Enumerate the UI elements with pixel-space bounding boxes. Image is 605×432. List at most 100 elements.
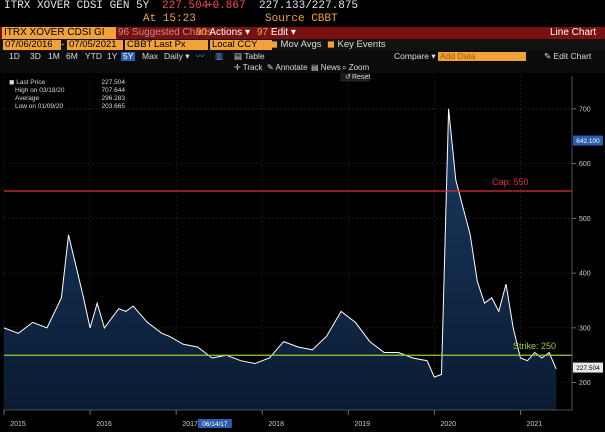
news-tool[interactable]: ▤ News [311,63,341,72]
compare-menu[interactable]: Compare ▾ [394,52,436,61]
key-events-label: Key Events [337,39,386,50]
legend-swatch-white: ◼ [9,79,15,86]
annotate-tool[interactable]: ✎ Annotate [267,63,308,72]
x-tick-label: 2016 [96,421,112,428]
legend-value: 227.504 [101,79,126,86]
legend-value: 203.665 [101,103,126,110]
x-tick-label: 2015 [10,421,26,428]
legend-label: Last Price [16,79,46,86]
command-bar: ITRX XOVER CDSI GI 96 Suggested Charts 9… [0,27,605,39]
reference-line-label: Cap: 550 [492,177,529,187]
legend-label: Low on 01/09/20 [15,103,64,110]
price-change: +0.867 [206,0,246,12]
checkbox-icon: ◼ [327,39,335,50]
zoom-label: Zoom [348,63,370,72]
table-icon: ▤ [234,51,243,61]
quote-header: ITRX XOVER CDSI GEN 5Y 227.504 +0.867 22… [0,0,605,13]
legend-label: Average [15,95,40,102]
last-value-badge: 227.504 [576,365,600,372]
x-tick-label: 2017 [182,421,198,428]
news-label: News [320,63,341,72]
last-price: 227.504 [162,0,209,12]
compare-label: Compare [394,51,429,61]
track-label: Track [242,63,263,72]
source-label: Source CBBT [265,13,338,25]
legend-value: 296.283 [101,95,126,102]
period-ytd[interactable]: YTD [85,52,102,61]
pencil-icon: ✎ [544,51,552,61]
actions-label: Actions [209,27,243,38]
edit-label: Edit [270,27,289,38]
mov-avgs-toggle[interactable]: ◼ Mov Avgs [270,40,322,50]
zoom-tool[interactable]: ⌕ Zoom [342,63,369,72]
legend-value: 707.644 [101,87,126,94]
crosshair-icon: ✛ [234,63,241,72]
currency-select[interactable]: Local CCY [210,40,272,50]
period-1d[interactable]: 1D [9,52,20,61]
y-tick-label: 300 [579,325,591,332]
bar-chart-icon[interactable]: ▥ [215,52,223,61]
checkbox-icon: ◼ [270,39,278,50]
chart-tools: ✛ Track ✎ Annotate ▤ News ⌕ Zoom [0,62,605,73]
edit-chart-button[interactable]: ✎ Edit Chart [544,52,591,61]
line-chart-icon[interactable]: 〰 [196,52,205,61]
caret-down-icon: ▾ [290,27,296,38]
x-tick-label: 2018 [268,421,284,428]
magnifier-icon: ⌕ [342,63,347,72]
date-separator: - [61,39,65,50]
track-tool[interactable]: ✛ Track [234,63,262,72]
add-data-input[interactable]: Add Data [438,52,526,61]
source-select[interactable]: CBBT [125,40,153,50]
period-5y[interactable]: 5Y [121,52,136,61]
legend-row-average: Average 296.283 [9,95,125,103]
period-1m[interactable]: 1M [48,52,60,61]
start-date-input[interactable]: 07/06/2016 [3,40,61,50]
legend-row-high: High on 03/18/20 707.644 [9,87,125,95]
security-input[interactable]: ITRX XOVER CDSI GI [2,27,116,39]
ticker-name: ITRX XOVER CDSI GEN 5Y [4,0,150,12]
hover-value-badge: 642.100 [576,138,600,145]
period-6m[interactable]: 6M [66,52,78,61]
y-tick-label: 400 [579,271,591,278]
quote-subheader: At 15:23 Source CBBT [0,13,605,26]
chart-legend: ◼ Last Price 227.504 High on 03/18/20 707.… [9,79,125,115]
annotate-label: Annotate [275,63,308,72]
x-tick-label: 2020 [441,421,457,428]
field-select[interactable]: Last Px [152,40,208,50]
pen-icon: ✎ [267,63,274,72]
period-1y[interactable]: 1Y [107,52,117,61]
x-tick-label: 2019 [354,421,370,428]
actions-menu[interactable]: 90 Actions ▾ [196,27,250,39]
price-chart[interactable]: Cap: 550 Strike: 250 200 300 400 500 600 700 2… [0,73,605,432]
legend-label: High on 03/18/20 [15,87,65,94]
date-tooltip: 06/14/17 [202,421,228,428]
time-label: At 15:23 [143,13,196,25]
table-label: Table [244,51,265,61]
reference-line-label: Strike: 250 [513,341,556,351]
end-date-input[interactable]: 07/05/2021 [67,40,123,50]
frequency-label: Daily [164,51,183,61]
edit-chart-label: Edit Chart [553,51,592,61]
reset-icon: ↺ [345,74,351,81]
key-events-toggle[interactable]: ◼ Key Events [327,40,386,50]
period-3d[interactable]: 3D [30,52,41,61]
table-button[interactable]: ▤ Table [234,52,265,61]
period-max[interactable]: Max [142,52,158,61]
news-icon: ▤ [311,63,319,72]
frequency-select[interactable]: Daily ▾ [164,52,190,61]
y-tick-label: 600 [579,161,591,168]
legend-row-low: Low on 01/09/20 203.665 [9,103,125,111]
legend-row-last: ◼ Last Price 227.504 [9,79,125,87]
edit-menu[interactable]: 97 Edit ▾ [257,27,296,39]
reset-label: Reset [352,74,370,81]
actions-num: 90 [196,27,208,38]
edit-num: 97 [257,27,269,38]
caret-down-icon: ▾ [244,27,250,38]
bid-ask: 227.133/227.875 [259,0,359,12]
mov-avgs-label: Mov Avgs [280,39,322,50]
caret-down-icon: ▾ [431,51,436,61]
reset-button[interactable]: ↺ Reset [340,73,370,82]
x-tick-label: 2021 [527,421,543,428]
period-bar: 1D 3D 1M 6M YTD 1Y 5Y Max Daily ▾ 〰 ▥ ▤ … [0,51,605,62]
chart-controls: 07/06/2016 - 07/05/2021 CBBT Last Px Loc… [0,39,605,51]
